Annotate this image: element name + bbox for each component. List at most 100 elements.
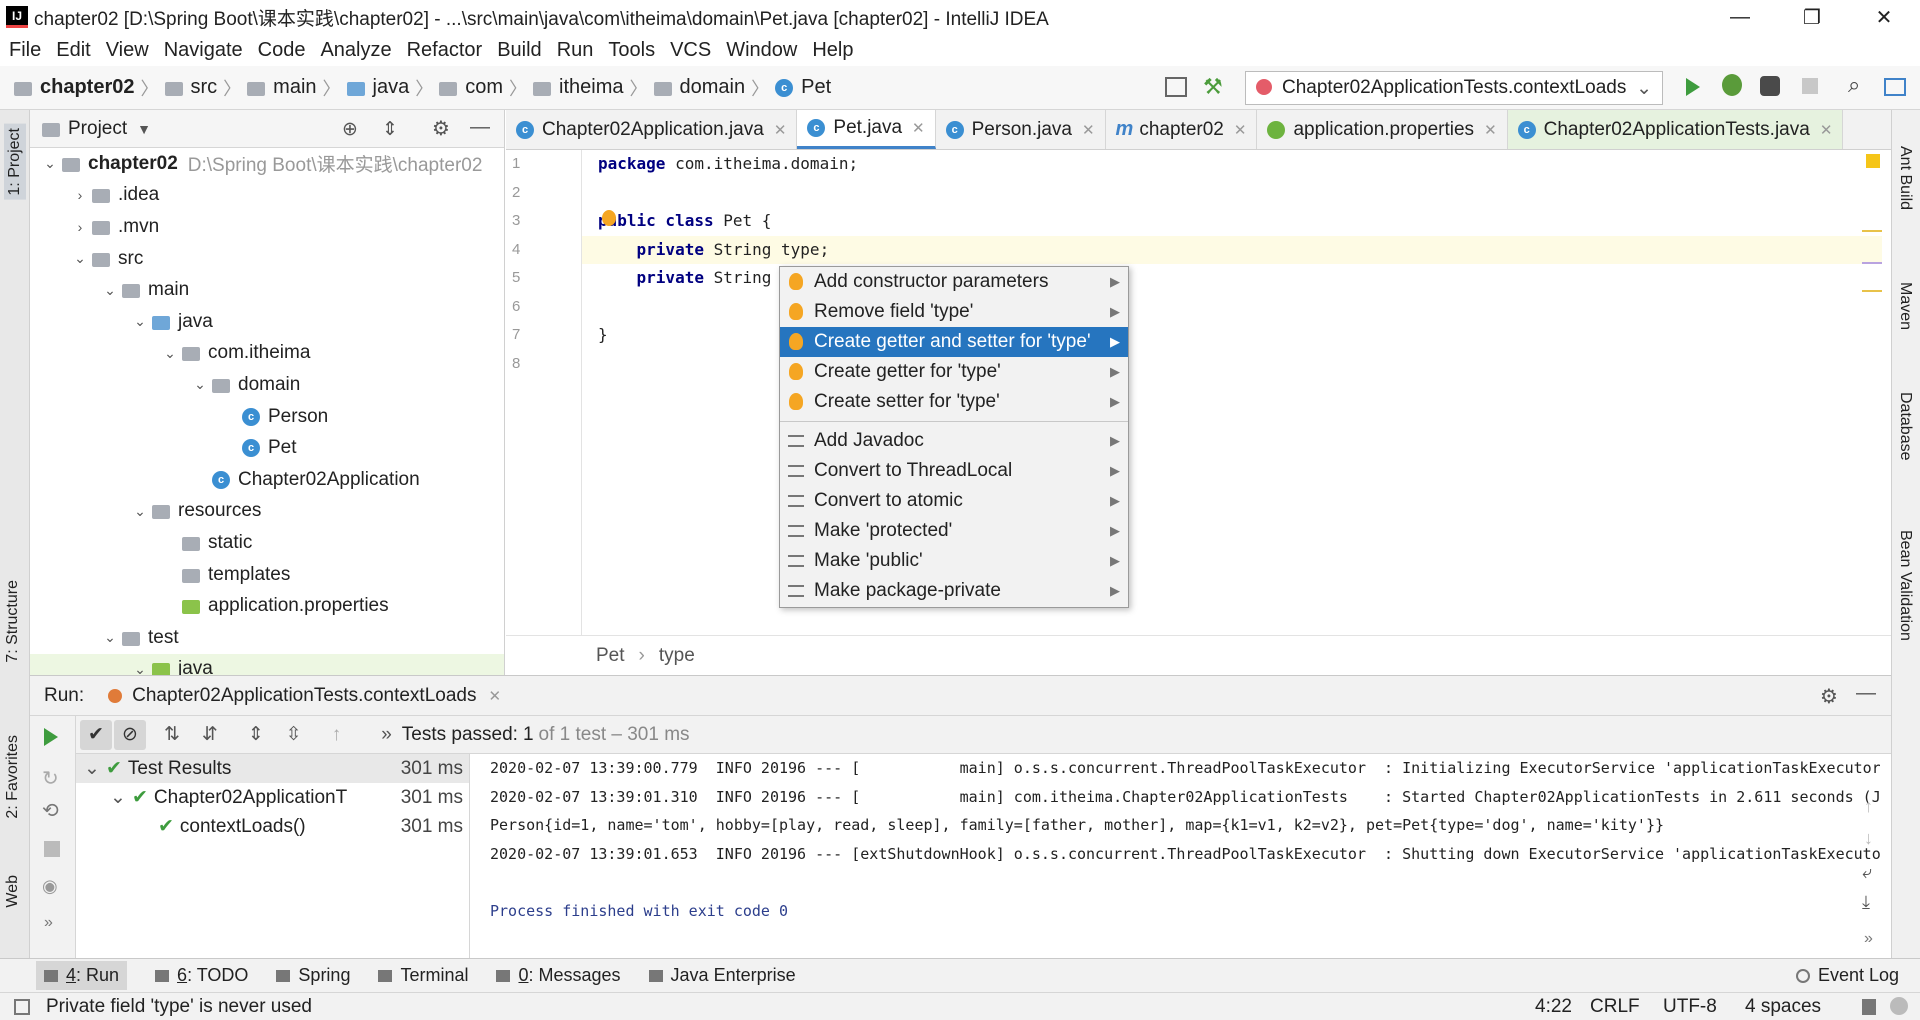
editor-tab[interactable]: application.properties ✕ bbox=[1257, 110, 1508, 149]
tool-tab-project[interactable]: 1: Project bbox=[4, 124, 26, 200]
editor-tab[interactable]: c Chapter02Application.java ✕ bbox=[506, 110, 798, 149]
editor-crumb-field[interactable]: type bbox=[659, 645, 695, 667]
more-icon[interactable]: » bbox=[44, 914, 53, 932]
tool-tab-web[interactable]: Web bbox=[4, 875, 22, 908]
close-tab-icon[interactable]: ✕ bbox=[912, 119, 925, 137]
lightbulb-icon[interactable] bbox=[602, 210, 616, 226]
tree-node[interactable]: ⌄ domain bbox=[30, 369, 504, 401]
editor-tab[interactable]: c Chapter02ApplicationTests.java ✕ bbox=[1507, 110, 1844, 149]
test-node[interactable]: ⌄ ✔ Chapter02ApplicationT 301 ms bbox=[76, 783, 469, 812]
chevron-down-icon[interactable]: ⌄ bbox=[128, 313, 152, 330]
chevron-down-icon[interactable]: ⌄ bbox=[110, 786, 132, 809]
previous-test-icon[interactable]: ↑ bbox=[332, 724, 342, 746]
gear-icon[interactable]: ⚙ bbox=[432, 116, 450, 141]
chevron-down-icon[interactable]: ⌄ bbox=[38, 155, 62, 172]
close-tab-icon[interactable]: ✕ bbox=[1820, 121, 1833, 139]
breadcrumb-src[interactable]: src bbox=[191, 76, 218, 99]
intention-item[interactable]: Add constructor parameters ▶ bbox=[780, 267, 1128, 297]
chevron-right-icon[interactable]: ▶ bbox=[1110, 433, 1120, 449]
chevron-down-icon[interactable]: ▼ bbox=[137, 121, 151, 137]
debug-icon[interactable] bbox=[1722, 74, 1742, 96]
tool-tab-bean-validation[interactable]: Bean Validation bbox=[1896, 530, 1914, 641]
collapse-all-icon[interactable]: ⇕ bbox=[382, 118, 398, 141]
tree-node[interactable]: ⌄ java bbox=[30, 306, 504, 338]
chevron-right-icon[interactable]: ▶ bbox=[1110, 493, 1120, 509]
tool-tab-structure[interactable]: 7: Structure bbox=[4, 580, 22, 663]
bottom-tool-tab[interactable]: 0: Messages bbox=[496, 965, 621, 986]
intention-item[interactable]: Make 'protected' ▶ bbox=[780, 516, 1128, 546]
hide-panel-icon[interactable]: — bbox=[470, 116, 490, 139]
inspector-icon[interactable] bbox=[1890, 997, 1908, 1015]
tree-node[interactable]: c Chapter02Application bbox=[30, 464, 504, 496]
menu-view[interactable]: View bbox=[101, 39, 159, 62]
bottom-tool-tab[interactable]: 6: TODO bbox=[155, 965, 248, 986]
camera-icon[interactable]: ◉ bbox=[42, 876, 58, 897]
tree-node[interactable]: ⌄ test bbox=[30, 622, 504, 654]
up-stack-icon[interactable]: ↑ bbox=[1864, 796, 1873, 817]
tree-node[interactable]: › .idea bbox=[30, 180, 504, 212]
search-icon[interactable]: ⌕ bbox=[1848, 72, 1860, 98]
chevron-right-icon[interactable]: ▶ bbox=[1110, 394, 1120, 410]
tree-node[interactable]: ⌄ com.itheima bbox=[30, 338, 504, 370]
build-hammer-icon[interactable]: ⚒ bbox=[1203, 74, 1223, 100]
breadcrumb-itheima[interactable]: itheima bbox=[559, 76, 623, 99]
editor-tab[interactable]: m chapter02 ✕ bbox=[1106, 110, 1258, 149]
event-log-tab[interactable]: Event Log bbox=[1796, 965, 1899, 986]
chevron-right-icon[interactable]: › bbox=[68, 187, 92, 203]
menu-run[interactable]: Run bbox=[552, 39, 604, 62]
tool-tab-database[interactable]: Database bbox=[1896, 392, 1914, 461]
code-area[interactable]: package com.itheima.domain; public class … bbox=[582, 150, 1882, 635]
bottom-tool-tab[interactable]: 4: Run bbox=[36, 961, 128, 990]
scroll-to-end-icon[interactable]: ⤓ bbox=[1862, 892, 1870, 913]
intention-item[interactable]: Make package-private ▶ bbox=[780, 576, 1128, 606]
chevron-right-icon[interactable]: ▶ bbox=[1110, 463, 1120, 479]
chevron-down-icon[interactable]: ⌄ bbox=[84, 757, 106, 780]
chevron-right-icon[interactable]: ▶ bbox=[1110, 523, 1120, 539]
down-stack-icon[interactable]: ↓ bbox=[1864, 828, 1873, 849]
tree-node[interactable]: c Pet bbox=[30, 432, 504, 464]
breadcrumb-chapter02[interactable]: chapter02 bbox=[40, 76, 135, 99]
tree-node[interactable]: ⌄ src bbox=[30, 243, 504, 275]
run-tab[interactable]: Chapter02ApplicationTests.contextLoads bbox=[132, 685, 476, 707]
minimize-button[interactable]: — bbox=[1704, 0, 1776, 34]
intention-item[interactable]: Add Javadoc ▶ bbox=[780, 426, 1128, 456]
chevron-right-icon[interactable]: ▶ bbox=[1110, 553, 1120, 569]
close-tab-icon[interactable]: ✕ bbox=[1234, 121, 1247, 139]
tree-node[interactable]: ⌄ main bbox=[30, 274, 504, 306]
chevron-down-icon[interactable]: ⌄ bbox=[158, 345, 182, 362]
show-passed-icon[interactable]: ✔ bbox=[80, 719, 112, 750]
bottom-tool-tab[interactable]: Spring bbox=[276, 965, 350, 986]
menu-help[interactable]: Help bbox=[807, 39, 863, 62]
close-tab-icon[interactable]: ✕ bbox=[1484, 121, 1497, 139]
tool-tab-favorites[interactable]: 2: Favorites bbox=[4, 735, 22, 819]
chevron-right-icon[interactable]: ▶ bbox=[1110, 364, 1120, 380]
console-output[interactable]: 2020-02-07 13:39:00.779 INFO 20196 --- [… bbox=[470, 754, 1880, 959]
chevron-right-icon[interactable]: ▶ bbox=[1110, 274, 1120, 290]
chevron-right-icon[interactable]: ▶ bbox=[1110, 583, 1120, 599]
chevron-down-icon[interactable]: ⌄ bbox=[98, 282, 122, 299]
locate-icon[interactable]: ⊕ bbox=[342, 118, 358, 141]
run-with-coverage-icon[interactable] bbox=[1760, 76, 1780, 96]
rerun-icon[interactable] bbox=[44, 728, 58, 752]
chevron-down-icon[interactable]: ⌄ bbox=[98, 629, 122, 646]
toggle-auto-test-icon[interactable]: ⟲ bbox=[42, 798, 59, 823]
breadcrumb-java[interactable]: java bbox=[373, 76, 410, 99]
close-button[interactable]: ✕ bbox=[1848, 0, 1920, 34]
toggle-tool-windows-icon[interactable] bbox=[14, 998, 30, 1015]
menu-build[interactable]: Build bbox=[492, 39, 551, 62]
menu-window[interactable]: Window bbox=[721, 39, 807, 62]
more-icon[interactable]: » bbox=[1864, 930, 1873, 948]
show-ignored-icon[interactable]: ⊘ bbox=[114, 719, 146, 750]
menu-refactor[interactable]: Refactor bbox=[402, 39, 493, 62]
soft-wrap-icon[interactable]: ⤶ bbox=[1862, 862, 1872, 883]
bottom-tool-tab[interactable]: Terminal bbox=[378, 965, 468, 986]
intention-item[interactable]: Create getter and setter for 'type' ▶ bbox=[780, 327, 1128, 357]
expand-all-icon[interactable]: ⇕ bbox=[248, 723, 264, 746]
chevron-down-icon[interactable]: ⌄ bbox=[68, 250, 92, 267]
tool-tab-maven[interactable]: Maven bbox=[1896, 282, 1914, 330]
gear-icon[interactable]: ⚙ bbox=[1820, 684, 1838, 709]
close-tab-icon[interactable]: ✕ bbox=[488, 687, 501, 705]
project-view-label[interactable]: Project bbox=[68, 118, 127, 140]
chevron-down-icon[interactable]: ⌄ bbox=[128, 503, 152, 520]
intention-item[interactable]: Make 'public' ▶ bbox=[780, 546, 1128, 576]
